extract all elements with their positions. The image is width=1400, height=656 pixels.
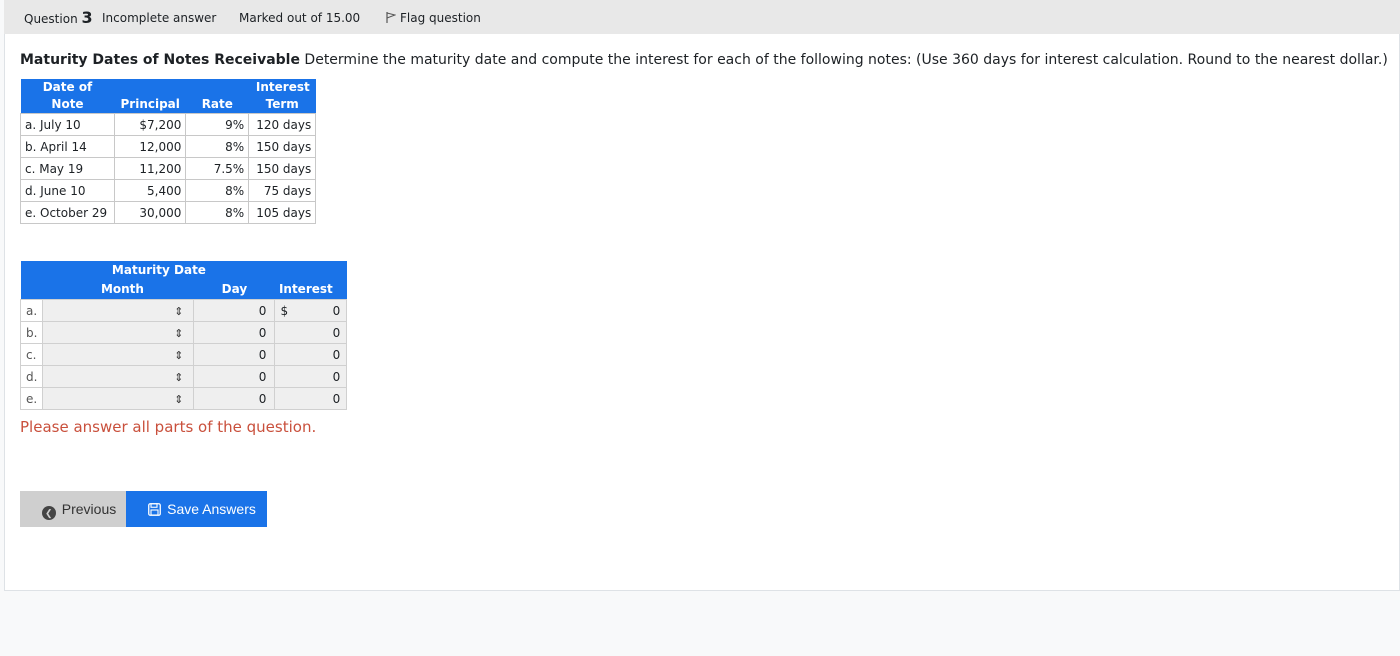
note-date: c. May 19 bbox=[20, 157, 115, 180]
day-input[interactable]: 0 bbox=[193, 365, 276, 388]
save-icon bbox=[148, 503, 162, 516]
answer-row: b. ⇕ 0 0 bbox=[19, 321, 348, 344]
question-marks: Marked out of 15.00 bbox=[239, 11, 361, 25]
interest-input[interactable]: 0 bbox=[293, 387, 348, 410]
interest-input[interactable]: 0 bbox=[293, 299, 348, 322]
question-number: 3 bbox=[81, 8, 93, 27]
currency-cell bbox=[274, 343, 294, 366]
answer-letter-header-bottom bbox=[20, 280, 43, 300]
note-term: 75 days bbox=[248, 179, 317, 202]
error-message: Please answer all parts of the question. bbox=[20, 418, 317, 436]
previous-button[interactable]: ❮ Previous bbox=[20, 491, 126, 527]
info-header-row-bottom: Note Principal Rate Term bbox=[20, 96, 316, 114]
note-date: d. June 10 bbox=[20, 179, 115, 202]
save-answers-button[interactable]: Save Answers bbox=[126, 491, 267, 527]
info-row: b. April 14 12,000 8% 150 days bbox=[20, 135, 317, 158]
currency-cell bbox=[274, 387, 294, 410]
day-input[interactable]: 0 bbox=[193, 387, 276, 410]
answer-row: c. ⇕ 0 0 bbox=[19, 343, 348, 366]
maturity-date-header: Maturity Date bbox=[42, 261, 275, 280]
chevron-left-icon: ❮ bbox=[41, 506, 56, 520]
answer-row: a. ⇕ 0 $ 0 bbox=[19, 299, 348, 322]
info-row: e. October 29 30,000 8% 105 days bbox=[20, 201, 317, 224]
row-letter: b. bbox=[19, 321, 44, 344]
interest-input[interactable]: 0 bbox=[293, 321, 348, 344]
row-letter: d. bbox=[19, 365, 44, 388]
currency-cell bbox=[274, 365, 294, 388]
day-input[interactable]: 0 bbox=[193, 299, 276, 322]
interest-input[interactable]: 0 bbox=[293, 343, 348, 366]
month-select[interactable]: ⇕ bbox=[42, 321, 195, 344]
info-row: c. May 19 11,200 7.5% 150 days bbox=[20, 157, 317, 180]
select-arrows-icon: ⇕ bbox=[174, 370, 184, 384]
question-header: Question 3 Incomplete answer Marked out … bbox=[4, 0, 1400, 34]
currency-symbol: $ bbox=[274, 299, 294, 322]
day-header: Day bbox=[193, 280, 275, 300]
currency-cell bbox=[274, 321, 294, 344]
answer-header-row-bottom: Month Day Interest bbox=[20, 280, 347, 300]
row-letter: a. bbox=[19, 299, 44, 322]
note-term: 105 days bbox=[248, 201, 317, 224]
note-rate: 9% bbox=[185, 113, 250, 136]
note-principal: 30,000 bbox=[113, 201, 187, 224]
select-arrows-icon: ⇕ bbox=[174, 348, 184, 362]
note-term: 150 days bbox=[248, 135, 317, 158]
month-select[interactable]: ⇕ bbox=[42, 299, 195, 322]
note-term: 150 days bbox=[248, 157, 317, 180]
prompt-text: Determine the maturity date and compute … bbox=[299, 52, 1388, 68]
select-arrows-icon: ⇕ bbox=[174, 304, 184, 318]
answer-header-row-top: Maturity Date bbox=[20, 261, 347, 280]
select-arrows-icon: ⇕ bbox=[174, 392, 184, 406]
principal-header-top bbox=[114, 79, 186, 96]
question-prompt: Maturity Dates of Notes Receivable Deter… bbox=[20, 52, 1390, 68]
note-principal: 11,200 bbox=[113, 157, 187, 180]
info-row: d. June 10 5,400 8% 75 days bbox=[20, 179, 317, 202]
note-rate: 8% bbox=[185, 201, 250, 224]
question-status: Incomplete answer bbox=[102, 11, 217, 25]
interest-header: Interest bbox=[274, 280, 347, 300]
note-date: e. October 29 bbox=[20, 201, 115, 224]
interest-input[interactable]: 0 bbox=[293, 365, 348, 388]
question-label-wrap: Question 3 bbox=[24, 8, 93, 27]
row-letter: e. bbox=[19, 387, 44, 410]
term-header: Term bbox=[248, 96, 316, 114]
note-principal: $7,200 bbox=[113, 113, 187, 136]
day-input[interactable]: 0 bbox=[193, 343, 276, 366]
note-rate: 7.5% bbox=[185, 157, 250, 180]
info-row: a. July 10 $7,200 9% 120 days bbox=[20, 113, 317, 136]
principal-header: Principal bbox=[114, 96, 186, 114]
month-header: Month bbox=[42, 280, 194, 300]
answer-letter-header bbox=[20, 261, 43, 280]
select-arrows-icon: ⇕ bbox=[174, 326, 184, 340]
answer-table: Maturity Date Month Day Interest a. ⇕ 0 … bbox=[19, 261, 348, 410]
answer-row: e. ⇕ 0 0 bbox=[19, 387, 348, 410]
save-label: Save Answers bbox=[167, 501, 256, 517]
date-header-top: Date of bbox=[20, 79, 115, 96]
month-select[interactable]: ⇕ bbox=[42, 343, 195, 366]
rate-header-top: Interest bbox=[185, 79, 316, 96]
rate-header: Rate bbox=[185, 96, 249, 114]
question-label: Question bbox=[24, 12, 78, 26]
month-select[interactable]: ⇕ bbox=[42, 387, 195, 410]
prompt-title: Maturity Dates of Notes Receivable bbox=[20, 52, 300, 68]
answer-row: d. ⇕ 0 0 bbox=[19, 365, 348, 388]
note-rate: 8% bbox=[185, 179, 250, 202]
note-date: a. July 10 bbox=[20, 113, 115, 136]
flag-icon bbox=[386, 12, 396, 23]
flag-question-label: Flag question bbox=[400, 11, 481, 25]
note-date: b. April 14 bbox=[20, 135, 115, 158]
info-header-row-top: Date of Interest bbox=[20, 79, 316, 96]
interest-header-top bbox=[274, 261, 347, 280]
note-principal: 12,000 bbox=[113, 135, 187, 158]
notes-info-table: Date of Interest Note Principal Rate Ter… bbox=[20, 79, 317, 224]
note-rate: 8% bbox=[185, 135, 250, 158]
day-input[interactable]: 0 bbox=[193, 321, 276, 344]
row-letter: c. bbox=[19, 343, 44, 366]
month-select[interactable]: ⇕ bbox=[42, 365, 195, 388]
note-term: 120 days bbox=[248, 113, 317, 136]
flag-question-link[interactable]: Flag question bbox=[386, 11, 481, 25]
date-header: Note bbox=[20, 96, 115, 114]
previous-label: Previous bbox=[61, 501, 117, 517]
note-principal: 5,400 bbox=[113, 179, 187, 202]
